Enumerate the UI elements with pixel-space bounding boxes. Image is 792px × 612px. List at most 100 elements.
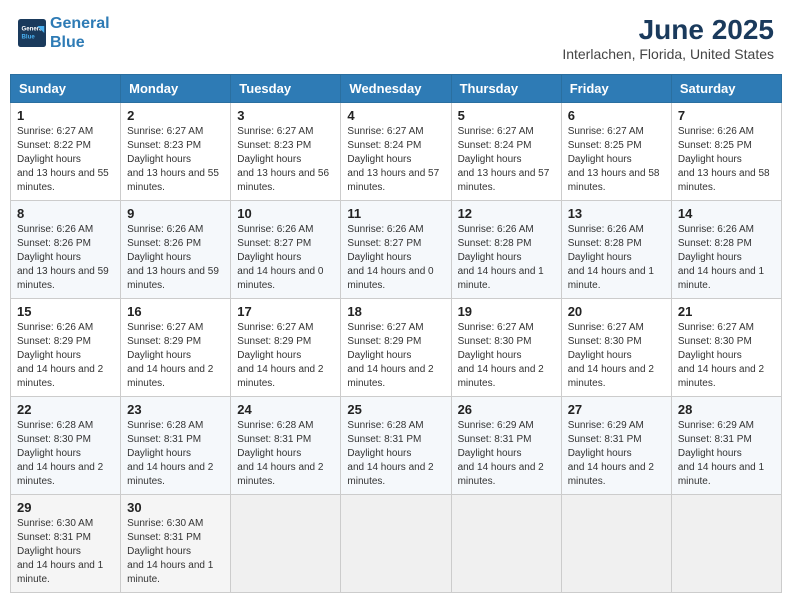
cell-info: Sunrise: 6:29 AM Sunset: 8:31 PM Dayligh… — [678, 419, 775, 489]
cell-info: Sunrise: 6:28 AM Sunset: 8:30 PM Dayligh… — [17, 419, 114, 489]
calendar-week-2: 8 Sunrise: 6:26 AM Sunset: 8:26 PM Dayli… — [11, 201, 782, 299]
header: General Blue General Blue June 2025 Inte… — [10, 10, 782, 66]
day-number: 22 — [17, 402, 114, 417]
day-number: 5 — [458, 108, 555, 123]
cell-info: Sunrise: 6:27 AM Sunset: 8:30 PM Dayligh… — [458, 321, 555, 391]
day-number: 17 — [237, 304, 334, 319]
calendar-cell: 30 Sunrise: 6:30 AM Sunset: 8:31 PM Dayl… — [121, 495, 231, 593]
day-number: 26 — [458, 402, 555, 417]
day-number: 29 — [17, 500, 114, 515]
col-thursday: Thursday — [451, 75, 561, 103]
day-number: 30 — [127, 500, 224, 515]
day-number: 12 — [458, 206, 555, 221]
calendar-cell: 5 Sunrise: 6:27 AM Sunset: 8:24 PM Dayli… — [451, 103, 561, 201]
calendar-cell: 1 Sunrise: 6:27 AM Sunset: 8:22 PM Dayli… — [11, 103, 121, 201]
day-number: 25 — [347, 402, 444, 417]
calendar-cell: 14 Sunrise: 6:26 AM Sunset: 8:28 PM Dayl… — [671, 201, 781, 299]
day-number: 27 — [568, 402, 665, 417]
calendar-week-1: 1 Sunrise: 6:27 AM Sunset: 8:22 PM Dayli… — [11, 103, 782, 201]
day-number: 2 — [127, 108, 224, 123]
cell-info: Sunrise: 6:26 AM Sunset: 8:27 PM Dayligh… — [237, 223, 334, 293]
col-sunday: Sunday — [11, 75, 121, 103]
cell-info: Sunrise: 6:26 AM Sunset: 8:26 PM Dayligh… — [17, 223, 114, 293]
calendar-cell: 23 Sunrise: 6:28 AM Sunset: 8:31 PM Dayl… — [121, 397, 231, 495]
cell-info: Sunrise: 6:27 AM Sunset: 8:23 PM Dayligh… — [237, 125, 334, 195]
day-number: 15 — [17, 304, 114, 319]
calendar-cell: 2 Sunrise: 6:27 AM Sunset: 8:23 PM Dayli… — [121, 103, 231, 201]
calendar-week-5: 29 Sunrise: 6:30 AM Sunset: 8:31 PM Dayl… — [11, 495, 782, 593]
calendar-cell: 16 Sunrise: 6:27 AM Sunset: 8:29 PM Dayl… — [121, 299, 231, 397]
calendar-cell: 26 Sunrise: 6:29 AM Sunset: 8:31 PM Dayl… — [451, 397, 561, 495]
calendar-cell: 17 Sunrise: 6:27 AM Sunset: 8:29 PM Dayl… — [231, 299, 341, 397]
calendar-week-4: 22 Sunrise: 6:28 AM Sunset: 8:30 PM Dayl… — [11, 397, 782, 495]
day-number: 7 — [678, 108, 775, 123]
calendar-cell: 11 Sunrise: 6:26 AM Sunset: 8:27 PM Dayl… — [341, 201, 451, 299]
col-friday: Friday — [561, 75, 671, 103]
cell-info: Sunrise: 6:30 AM Sunset: 8:31 PM Dayligh… — [17, 517, 114, 587]
day-number: 21 — [678, 304, 775, 319]
cell-info: Sunrise: 6:27 AM Sunset: 8:29 PM Dayligh… — [127, 321, 224, 391]
col-saturday: Saturday — [671, 75, 781, 103]
day-number: 10 — [237, 206, 334, 221]
cell-info: Sunrise: 6:30 AM Sunset: 8:31 PM Dayligh… — [127, 517, 224, 587]
calendar-cell: 6 Sunrise: 6:27 AM Sunset: 8:25 PM Dayli… — [561, 103, 671, 201]
title-area: June 2025 Interlachen, Florida, United S… — [562, 14, 774, 62]
cell-info: Sunrise: 6:29 AM Sunset: 8:31 PM Dayligh… — [568, 419, 665, 489]
calendar-cell: 19 Sunrise: 6:27 AM Sunset: 8:30 PM Dayl… — [451, 299, 561, 397]
day-number: 1 — [17, 108, 114, 123]
calendar-cell: 28 Sunrise: 6:29 AM Sunset: 8:31 PM Dayl… — [671, 397, 781, 495]
calendar-week-3: 15 Sunrise: 6:26 AM Sunset: 8:29 PM Dayl… — [11, 299, 782, 397]
calendar-cell: 13 Sunrise: 6:26 AM Sunset: 8:28 PM Dayl… — [561, 201, 671, 299]
cell-info: Sunrise: 6:26 AM Sunset: 8:28 PM Dayligh… — [678, 223, 775, 293]
calendar-cell: 29 Sunrise: 6:30 AM Sunset: 8:31 PM Dayl… — [11, 495, 121, 593]
cell-info: Sunrise: 6:28 AM Sunset: 8:31 PM Dayligh… — [237, 419, 334, 489]
day-number: 3 — [237, 108, 334, 123]
cell-info: Sunrise: 6:29 AM Sunset: 8:31 PM Dayligh… — [458, 419, 555, 489]
calendar-cell: 7 Sunrise: 6:26 AM Sunset: 8:25 PM Dayli… — [671, 103, 781, 201]
day-number: 19 — [458, 304, 555, 319]
cell-info: Sunrise: 6:26 AM Sunset: 8:25 PM Dayligh… — [678, 125, 775, 195]
calendar-cell: 15 Sunrise: 6:26 AM Sunset: 8:29 PM Dayl… — [11, 299, 121, 397]
calendar-cell: 8 Sunrise: 6:26 AM Sunset: 8:26 PM Dayli… — [11, 201, 121, 299]
day-number: 9 — [127, 206, 224, 221]
calendar-cell — [341, 495, 451, 593]
cell-info: Sunrise: 6:27 AM Sunset: 8:29 PM Dayligh… — [237, 321, 334, 391]
calendar-cell: 12 Sunrise: 6:26 AM Sunset: 8:28 PM Dayl… — [451, 201, 561, 299]
cell-info: Sunrise: 6:28 AM Sunset: 8:31 PM Dayligh… — [347, 419, 444, 489]
day-number: 23 — [127, 402, 224, 417]
calendar-cell: 18 Sunrise: 6:27 AM Sunset: 8:29 PM Dayl… — [341, 299, 451, 397]
cell-info: Sunrise: 6:27 AM Sunset: 8:23 PM Dayligh… — [127, 125, 224, 195]
day-number: 24 — [237, 402, 334, 417]
cell-info: Sunrise: 6:27 AM Sunset: 8:24 PM Dayligh… — [458, 125, 555, 195]
col-tuesday: Tuesday — [231, 75, 341, 103]
cell-info: Sunrise: 6:26 AM Sunset: 8:28 PM Dayligh… — [458, 223, 555, 293]
svg-text:Blue: Blue — [22, 33, 36, 40]
day-number: 20 — [568, 304, 665, 319]
day-number: 6 — [568, 108, 665, 123]
cell-info: Sunrise: 6:26 AM Sunset: 8:29 PM Dayligh… — [17, 321, 114, 391]
subtitle: Interlachen, Florida, United States — [562, 46, 774, 62]
calendar-header-row: Sunday Monday Tuesday Wednesday Thursday… — [11, 75, 782, 103]
calendar-cell: 24 Sunrise: 6:28 AM Sunset: 8:31 PM Dayl… — [231, 397, 341, 495]
logo-text: General Blue — [50, 14, 110, 52]
cell-info: Sunrise: 6:27 AM Sunset: 8:30 PM Dayligh… — [568, 321, 665, 391]
calendar-cell — [561, 495, 671, 593]
day-number: 8 — [17, 206, 114, 221]
day-number: 16 — [127, 304, 224, 319]
day-number: 4 — [347, 108, 444, 123]
calendar-cell: 27 Sunrise: 6:29 AM Sunset: 8:31 PM Dayl… — [561, 397, 671, 495]
calendar-cell — [671, 495, 781, 593]
calendar-table: Sunday Monday Tuesday Wednesday Thursday… — [10, 74, 782, 593]
day-number: 11 — [347, 206, 444, 221]
calendar-cell: 22 Sunrise: 6:28 AM Sunset: 8:30 PM Dayl… — [11, 397, 121, 495]
cell-info: Sunrise: 6:26 AM Sunset: 8:26 PM Dayligh… — [127, 223, 224, 293]
logo: General Blue General Blue — [18, 14, 110, 52]
calendar-cell: 9 Sunrise: 6:26 AM Sunset: 8:26 PM Dayli… — [121, 201, 231, 299]
cell-info: Sunrise: 6:27 AM Sunset: 8:25 PM Dayligh… — [568, 125, 665, 195]
day-number: 18 — [347, 304, 444, 319]
calendar-cell: 25 Sunrise: 6:28 AM Sunset: 8:31 PM Dayl… — [341, 397, 451, 495]
cell-info: Sunrise: 6:27 AM Sunset: 8:30 PM Dayligh… — [678, 321, 775, 391]
col-monday: Monday — [121, 75, 231, 103]
cell-info: Sunrise: 6:26 AM Sunset: 8:27 PM Dayligh… — [347, 223, 444, 293]
cell-info: Sunrise: 6:28 AM Sunset: 8:31 PM Dayligh… — [127, 419, 224, 489]
